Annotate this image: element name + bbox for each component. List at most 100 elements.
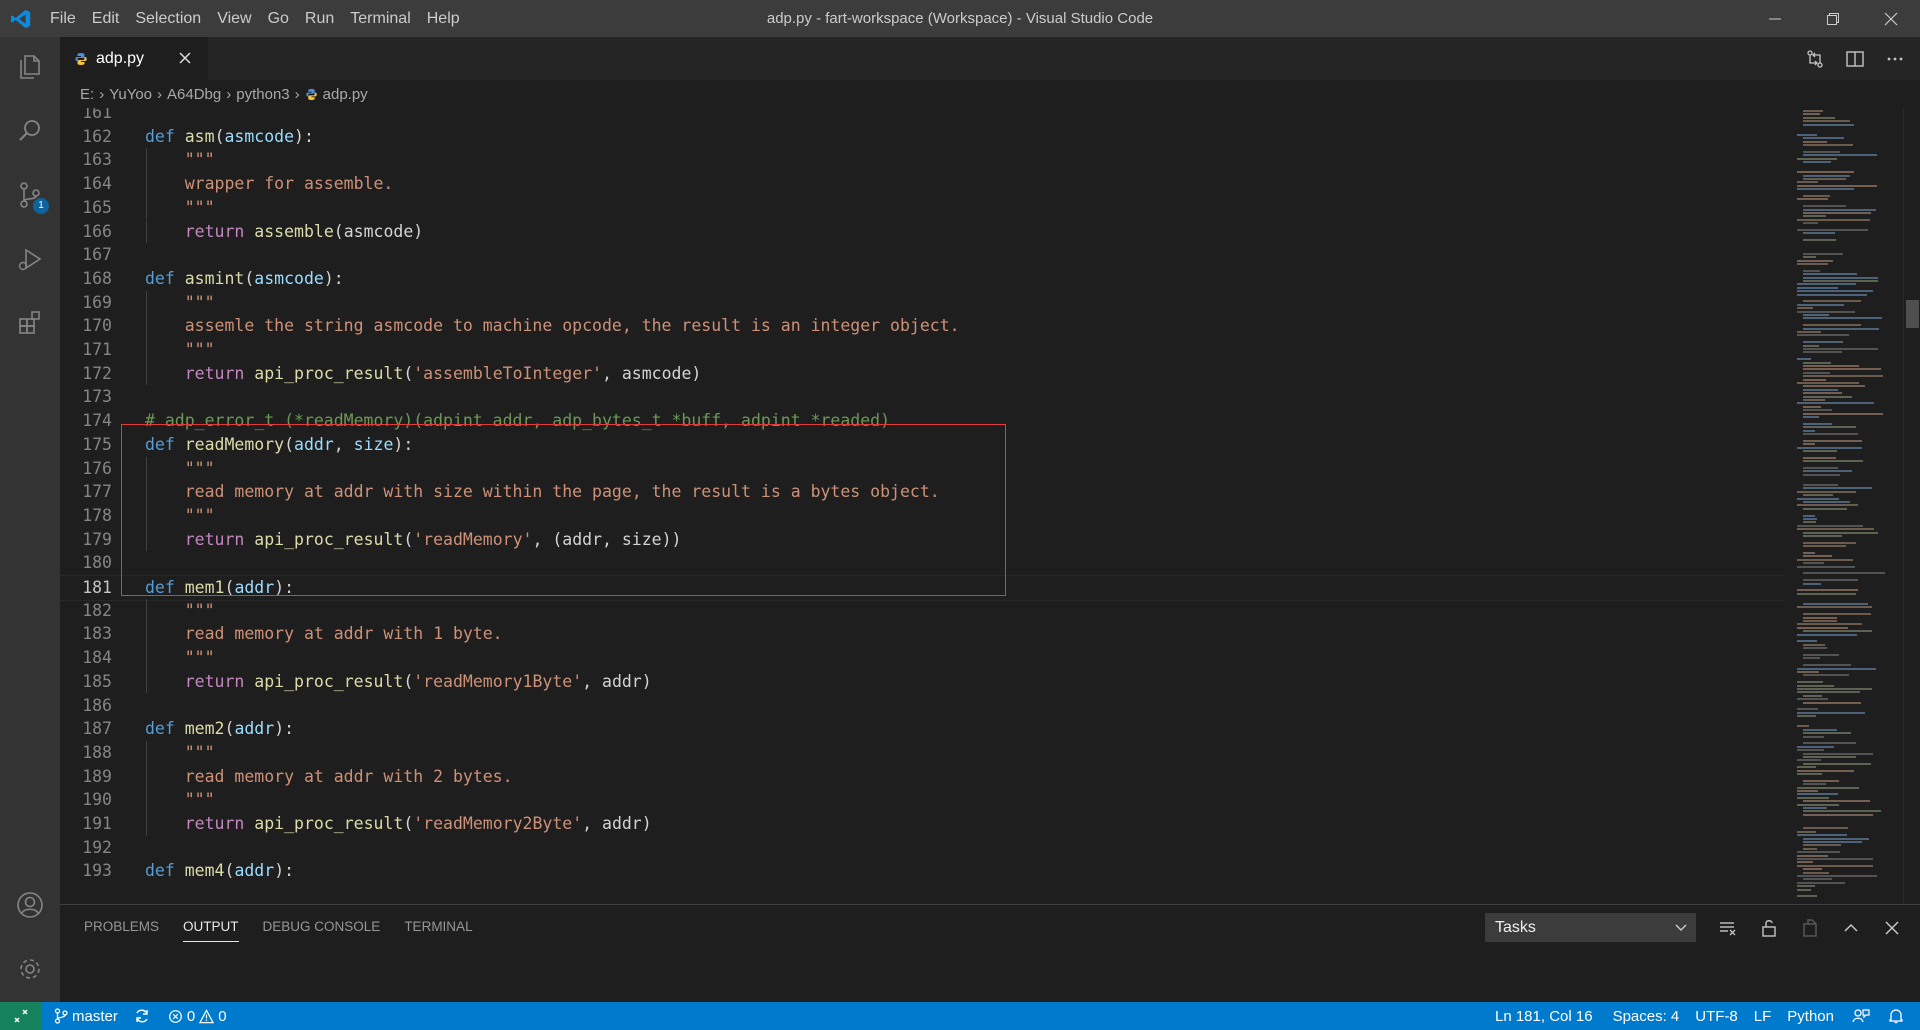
code-line[interactable]: 167 (60, 243, 1785, 267)
code-line[interactable]: 174 # adp_error_t (*readMemory)(adpint ad… (60, 409, 1785, 433)
menu-help[interactable]: Help (419, 0, 468, 37)
minimap-line (1797, 188, 1854, 191)
close-panel-button[interactable] (1879, 913, 1905, 942)
minimap-line (1797, 796, 1830, 799)
code-line[interactable]: 162 def asm(asmcode): (60, 125, 1785, 149)
menu-file[interactable]: File (42, 0, 84, 37)
tab-debug-console[interactable]: DEBUG CONSOLE (263, 905, 381, 949)
code-line[interactable]: 184 """ (60, 646, 1785, 670)
open-log-button[interactable] (1797, 913, 1823, 942)
code-line[interactable]: 178 """ (60, 504, 1785, 528)
code-line[interactable]: 185 return api_proc_result('readMemory1B… (60, 670, 1785, 694)
code-line[interactable]: 177 read memory at addr with size within… (60, 480, 1785, 504)
code-line[interactable]: 170 assemle the string asmcode to machin… (60, 314, 1785, 338)
code-line[interactable]: 182 """ (60, 599, 1785, 623)
tab-close-button[interactable] (176, 49, 194, 67)
menu-run[interactable]: Run (297, 0, 342, 37)
minimap-line (1803, 752, 1873, 755)
code-line[interactable]: 161 (60, 108, 1785, 125)
split-editor-icon (1846, 50, 1864, 67)
menu-view[interactable]: View (209, 0, 259, 37)
feedback-button[interactable] (1846, 1002, 1876, 1030)
code-line[interactable]: 176 """ (60, 457, 1785, 481)
sync-button[interactable] (128, 1002, 156, 1030)
manage-button[interactable] (0, 939, 60, 999)
code-line[interactable]: 175 def readMemory(addr, size): (60, 433, 1785, 457)
breadcrumb-folder-yuyoo[interactable]: YuYoo (109, 86, 152, 103)
minimize-button[interactable] (1746, 0, 1804, 37)
code-line[interactable]: 165 """ (60, 196, 1785, 220)
clear-output-button[interactable] (1715, 913, 1741, 942)
split-editor-button[interactable] (1844, 48, 1866, 70)
restore-button[interactable] (1804, 0, 1862, 37)
accounts-button[interactable] (0, 875, 60, 935)
scrollbar-thumb[interactable] (1906, 300, 1919, 328)
code-line[interactable]: 173 (60, 385, 1785, 409)
code-line[interactable]: 168 def asmint(asmcode): (60, 267, 1785, 291)
code-line[interactable]: 188 """ (60, 741, 1785, 765)
explorer-button[interactable] (0, 37, 60, 97)
encoding-status[interactable]: UTF-8 (1689, 1002, 1744, 1030)
maximize-panel-button[interactable] (1838, 913, 1864, 942)
code-line[interactable]: 163 """ (60, 148, 1785, 172)
lock-scroll-button[interactable] (1756, 913, 1782, 942)
eol-status[interactable]: LF (1748, 1002, 1778, 1030)
git-branch-status[interactable]: master (48, 1002, 124, 1030)
breadcrumb-file[interactable]: adp.py (323, 86, 368, 103)
search-button[interactable] (0, 101, 60, 161)
close-window-button[interactable] (1862, 0, 1920, 37)
code-line[interactable]: 192 (60, 836, 1785, 860)
minimap-line (1803, 385, 1865, 388)
menu-go[interactable]: Go (260, 0, 297, 37)
code-line[interactable]: 180 (60, 551, 1785, 575)
output-channel-select[interactable]: Tasks (1485, 913, 1696, 942)
code-line[interactable]: 193 def mem4(addr): (60, 859, 1785, 883)
notifications-button[interactable] (1882, 1002, 1910, 1030)
code-line[interactable]: 181 def mem1(addr): (60, 575, 1785, 601)
code-line[interactable]: 179 return api_proc_result('readMemory',… (60, 528, 1785, 552)
more-actions-button[interactable] (1884, 48, 1906, 70)
vscode-logo-icon[interactable] (0, 0, 42, 37)
extensions-button[interactable] (0, 293, 60, 353)
menu-selection[interactable]: Selection (127, 0, 209, 37)
tab-terminal[interactable]: TERMINAL (404, 905, 472, 949)
run-debug-button[interactable] (0, 229, 60, 289)
code-line[interactable]: 183 read memory at addr with 1 byte. (60, 622, 1785, 646)
tab-output[interactable]: OUTPUT (183, 905, 239, 949)
code-line[interactable]: 191 return api_proc_result('readMemory2B… (60, 812, 1785, 836)
code-token: addr (294, 434, 334, 454)
minimap[interactable] (1785, 108, 1903, 904)
breadcrumb-drive[interactable]: E: (80, 86, 94, 103)
minimap-line (1797, 851, 1840, 854)
tab-adp-py[interactable]: adp.py (60, 37, 208, 80)
code-editor[interactable]: 161 162 def asm(asmcode): 163 """ 164 wrappe… (60, 108, 1785, 904)
minimap-line (1797, 708, 1819, 711)
breadcrumb-folder-python3[interactable]: python3 (236, 86, 289, 103)
minimap-line (1803, 110, 1824, 112)
code-line[interactable]: 172 return api_proc_result('assembleToIn… (60, 362, 1785, 386)
code-line[interactable]: 186 (60, 694, 1785, 718)
source-control-button[interactable]: 1 (0, 165, 60, 225)
open-changes-button[interactable] (1804, 48, 1826, 70)
cursor-position[interactable]: Ln 181, Col 16 (1489, 1002, 1599, 1030)
code-line[interactable]: 171 """ (60, 338, 1785, 362)
breadcrumb-folder-a64dbg[interactable]: A64Dbg (167, 86, 221, 103)
indentation-status[interactable]: Spaces: 4 (1607, 1002, 1686, 1030)
code-line[interactable]: 187 def mem2(addr): (60, 717, 1785, 741)
menu-terminal[interactable]: Terminal (342, 0, 418, 37)
code-line[interactable]: 189 read memory at addr with 2 bytes. (60, 765, 1785, 789)
tab-problems[interactable]: PROBLEMS (84, 905, 159, 949)
title-bar: File Edit Selection View Go Run Terminal… (0, 0, 1920, 37)
problems-status[interactable]: 0 0 (162, 1002, 233, 1030)
code-line[interactable]: 166 return assemble(asmcode) (60, 220, 1785, 244)
minimap-line (1797, 623, 1863, 626)
code-line[interactable]: 169 """ (60, 291, 1785, 315)
code-text: return assemble(asmcode) (145, 220, 423, 244)
code-line[interactable]: 190 """ (60, 788, 1785, 812)
remote-button[interactable] (0, 1002, 42, 1030)
code-token: return (184, 671, 245, 691)
language-mode[interactable]: Python (1781, 1002, 1840, 1030)
editor-scrollbar[interactable] (1903, 108, 1920, 904)
code-line[interactable]: 164 wrapper for assemble. (60, 172, 1785, 196)
menu-edit[interactable]: Edit (84, 0, 128, 37)
